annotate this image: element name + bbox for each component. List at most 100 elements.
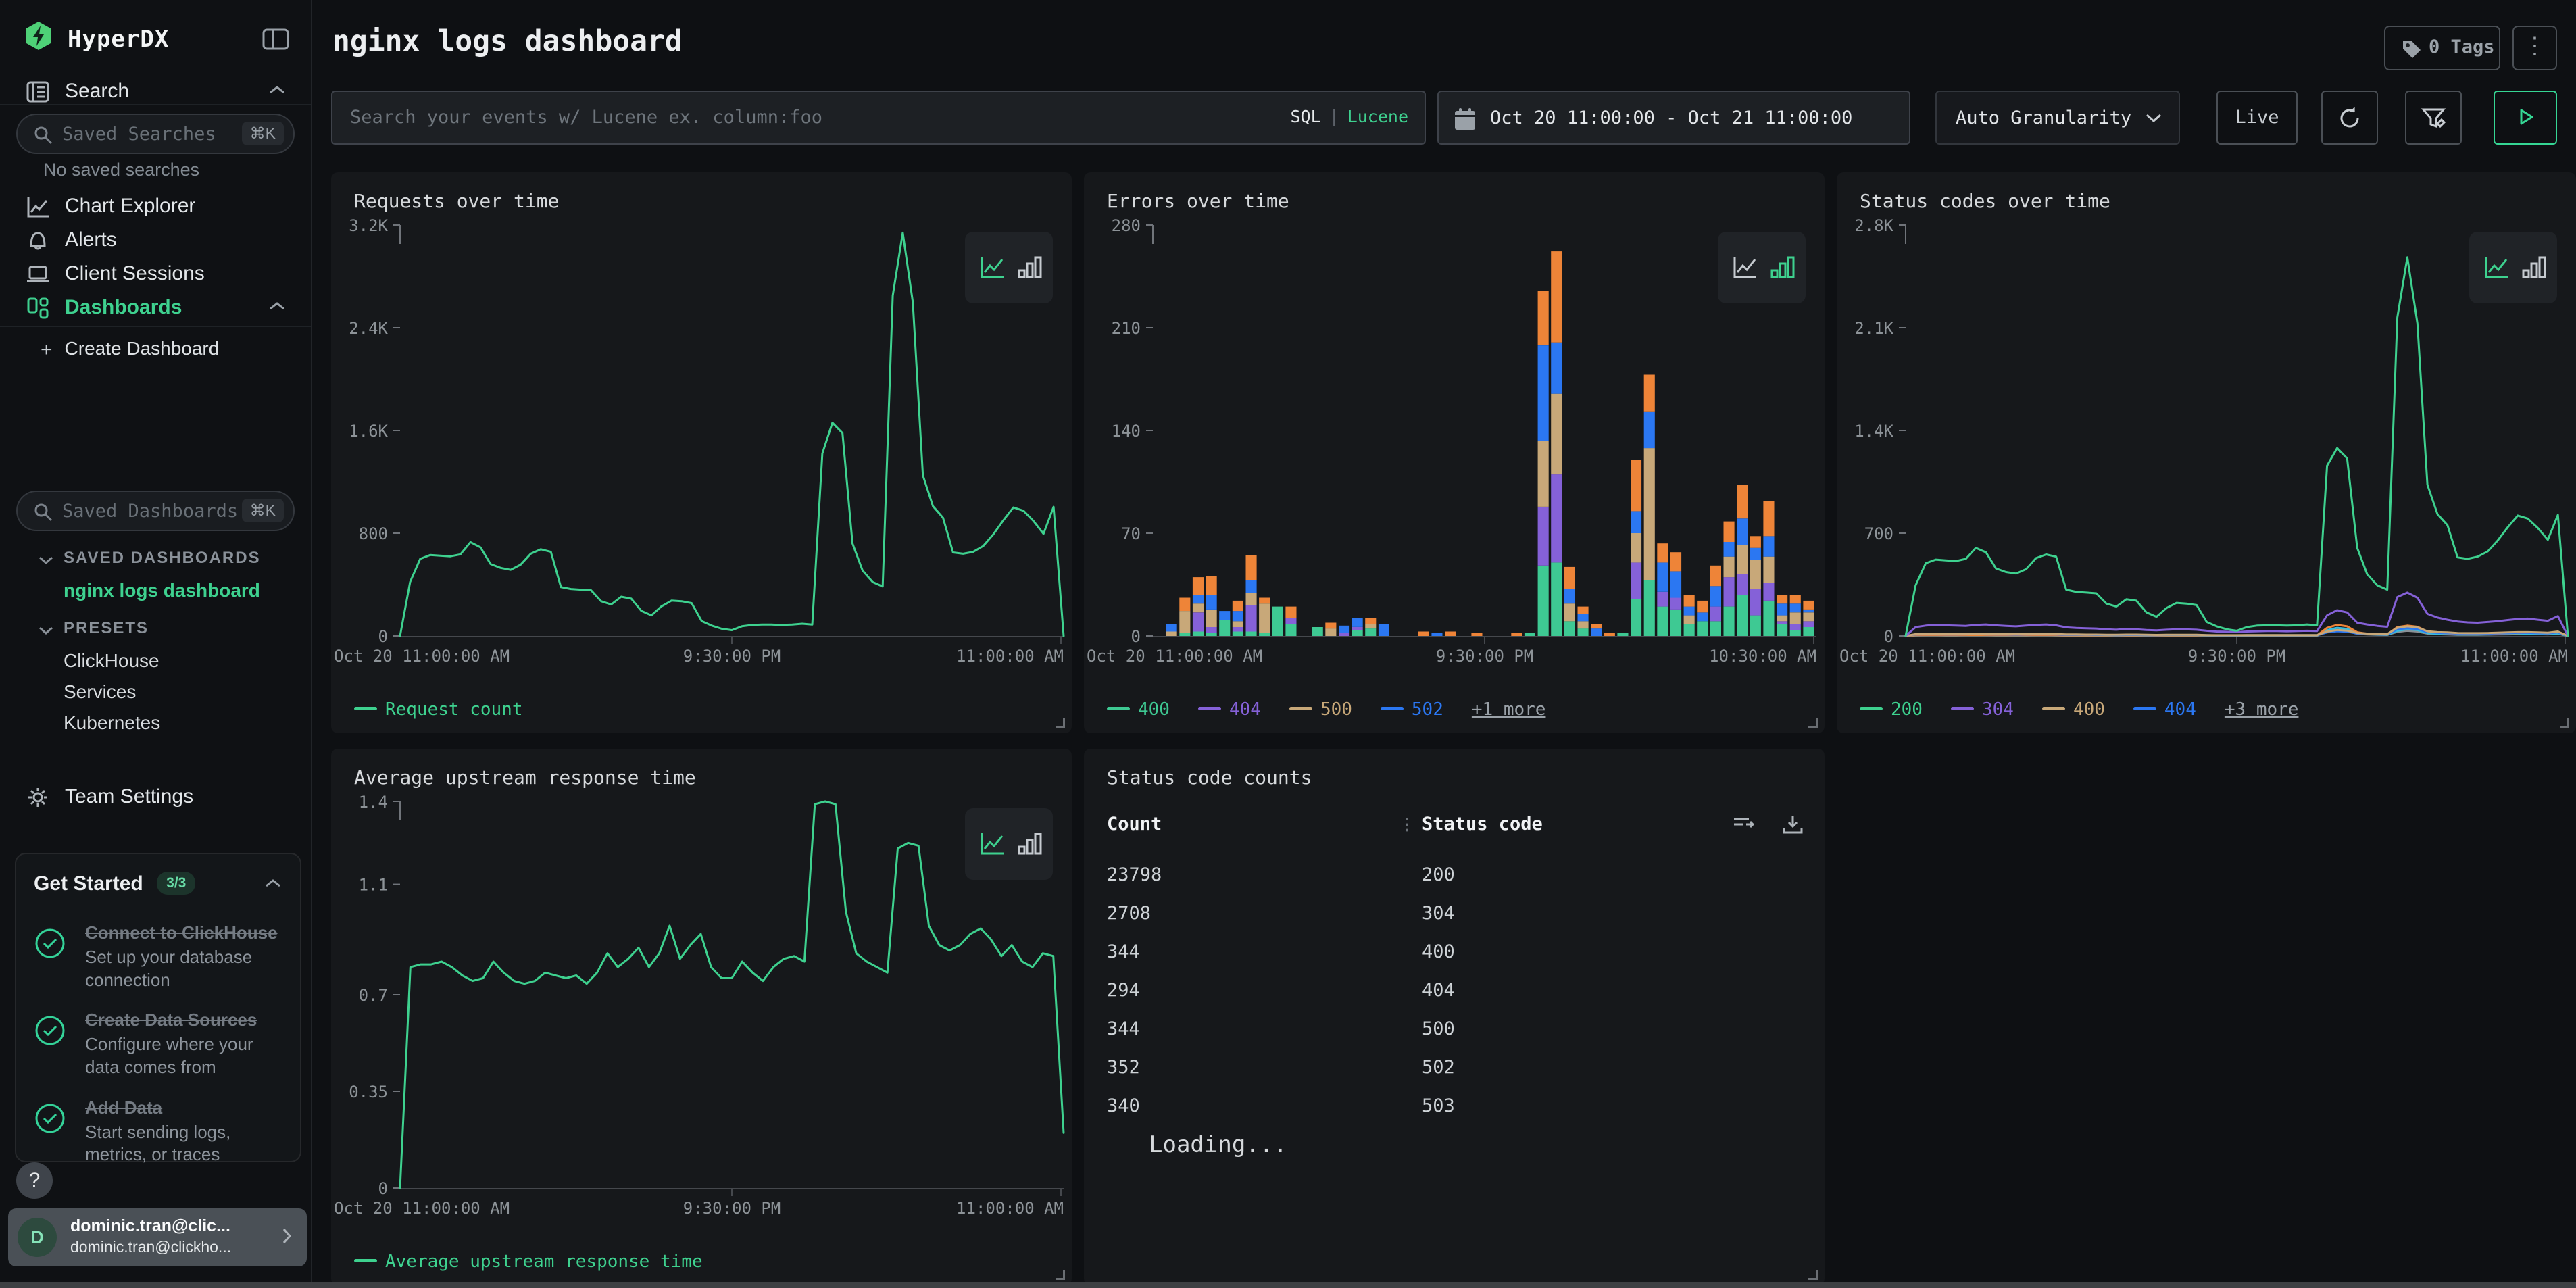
status-codes-chart[interactable]: 07001.4K2.1K2.8KOct 20 11:00:00 AM9:30:0… [1837, 217, 2576, 674]
shortcut-badge: ⌘K [242, 499, 284, 522]
bell-icon [24, 227, 51, 257]
chart-legend: Average upstream response time [354, 1252, 731, 1272]
status-table-body: 2379820027083043444002944043445003525023… [1084, 856, 1825, 1125]
legend-more-link[interactable]: +3 more [2225, 699, 2299, 720]
horizontal-scrollbar[interactable] [0, 1282, 2576, 1288]
get-started-item-sources[interactable]: Create Data Sources Configure where your… [34, 1009, 282, 1079]
page-title: nginx logs dashboard [332, 24, 683, 58]
get-started-header[interactable]: Get Started 3/3 [34, 872, 282, 904]
saved-searches-input[interactable]: Saved Searches ⌘K [16, 114, 295, 154]
check-circle-icon [34, 927, 66, 963]
sidebar-item-label: Client Sessions [65, 262, 205, 285]
svg-text:3.2K: 3.2K [349, 217, 388, 235]
chart-legend: Request count [354, 699, 551, 720]
column-drag-handle[interactable]: ⋮ [1399, 815, 1415, 834]
table-row: 344400 [1084, 933, 1825, 971]
download-icon[interactable] [1781, 819, 1804, 840]
granularity-select[interactable]: Auto Granularity [1935, 91, 2180, 145]
sidebar-preset-services[interactable]: Services [64, 681, 136, 703]
refresh-button[interactable] [2321, 91, 2378, 145]
saved-dashboards-section-header[interactable]: SAVED DASHBOARDS [38, 549, 261, 568]
svg-text:Oct 20 11:00:00 AM: Oct 20 11:00:00 AM [334, 1199, 510, 1218]
run-query-button[interactable] [2494, 91, 2557, 145]
sidebar-item-team-settings[interactable]: Team Settings [0, 778, 311, 816]
event-search-input[interactable]: Search your events w/ Lucene ex. column:… [331, 91, 1426, 145]
avg-response-chart[interactable]: 00.350.71.11.4Oct 20 11:00:00 AM9:30:00 … [331, 793, 1072, 1226]
legend-item[interactable]: Average upstream response time [354, 1252, 703, 1272]
legend-more-link[interactable]: +1 more [1472, 699, 1546, 720]
get-started-item-connect[interactable]: Connect to ClickHouse Set up your databa… [34, 922, 282, 991]
legend-item[interactable]: Request count [354, 699, 523, 720]
live-button[interactable]: Live [2216, 91, 2298, 145]
divider: | [1329, 107, 1339, 126]
panel-resize-handle[interactable] [2560, 718, 2569, 728]
panel-title: Status codes over time [1860, 190, 2110, 212]
chevron-right-icon [280, 1226, 293, 1249]
create-dashboard-button[interactable]: +Create Dashboard [41, 338, 219, 362]
legend-item[interactable]: 304 [1951, 699, 2014, 720]
legend-item[interactable]: 200 [1860, 699, 1923, 720]
check-circle-icon [34, 1014, 66, 1050]
svg-text:800: 800 [359, 524, 388, 543]
event-search-placeholder: Search your events w/ Lucene ex. column:… [350, 107, 822, 128]
panel-resize-handle[interactable] [1808, 1270, 1818, 1280]
get-started-item-add-data[interactable]: Add Data Start sending logs, metrics, or… [34, 1097, 282, 1166]
lucene-mode-toggle[interactable]: Lucene [1347, 107, 1408, 126]
panel-resize-handle[interactable] [1056, 1270, 1065, 1280]
user-menu[interactable]: D dominic.tran@clic... dominic.tran@clic… [8, 1208, 307, 1266]
get-started-title: Get Started [34, 872, 143, 895]
time-range-value: Oct 20 11:00:00 - Oct 21 11:00:00 [1490, 107, 1852, 128]
svg-text:1.1: 1.1 [359, 876, 388, 895]
play-icon [2512, 104, 2538, 130]
legend-item[interactable]: 400 [2042, 699, 2105, 720]
sidebar-preset-kubernetes[interactable]: Kubernetes [64, 712, 160, 734]
legend-item[interactable]: 400 [1107, 699, 1170, 720]
sidebar-item-client-sessions[interactable]: Client Sessions [0, 255, 311, 293]
table-header: Count ⋮ Status code [1084, 814, 1825, 847]
svg-text:Oct 20 11:00:00 AM: Oct 20 11:00:00 AM [334, 647, 510, 666]
saved-dashboards-input[interactable]: Saved Dashboards ⌘K [16, 491, 295, 531]
sidebar-item-dashboards[interactable]: Dashboards [0, 289, 311, 327]
dashboards-icon [24, 295, 51, 325]
svg-text:700: 700 [1864, 524, 1893, 543]
panel-title: Errors over time [1107, 190, 1289, 212]
table-row: 352502 [1084, 1048, 1825, 1087]
create-dashboard-label: Create Dashboard [65, 338, 220, 359]
errors-chart[interactable]: 070140210280Oct 20 11:00:00 AM9:30:00 PM… [1084, 217, 1825, 674]
panel-title: Status code counts [1107, 766, 1312, 789]
panel-resize-handle[interactable] [1808, 718, 1818, 728]
chart-legend: 200 304 400 404 +3 more [1860, 699, 2298, 720]
panel-resize-handle[interactable] [1056, 718, 1065, 728]
table-row: 344500 [1084, 1010, 1825, 1048]
legend-item[interactable]: 502 [1381, 699, 1443, 720]
tags-button[interactable]: 0 Tags [2384, 26, 2500, 70]
sidebar: HyperDX Search Saved Searches ⌘K No save… [0, 0, 312, 1288]
column-header-count[interactable]: Count [1107, 814, 1162, 835]
more-menu-button[interactable]: ⋮ [2512, 26, 2557, 70]
loading-text: Loading... [1149, 1131, 1287, 1158]
chart-legend: 400 404 500 502 +1 more [1107, 699, 1545, 720]
get-started-progress-badge: 3/3 [157, 872, 195, 895]
svg-text:11:00:00 AM: 11:00:00 AM [956, 1199, 1064, 1218]
sidebar-item-chart-explorer[interactable]: Chart Explorer [0, 188, 311, 226]
sidebar-collapse-icon[interactable] [261, 24, 291, 57]
autofit-columns-icon[interactable] [1731, 819, 1756, 840]
sidebar-dashboard-nginx-logs[interactable]: nginx logs dashboard [64, 580, 260, 601]
column-header-status-code[interactable]: Status code [1422, 814, 1543, 835]
panel-status-code-counts: Status code counts Count ⋮ Status code 2… [1084, 749, 1825, 1285]
presets-section-header[interactable]: PRESETS [38, 619, 149, 638]
time-range-picker[interactable]: Oct 20 11:00:00 - Oct 21 11:00:00 [1437, 91, 1910, 145]
chevron-up-icon [264, 877, 282, 893]
legend-item[interactable]: 500 [1289, 699, 1352, 720]
table-row: 2708304 [1084, 894, 1825, 933]
help-button[interactable]: ? [16, 1162, 53, 1199]
legend-item[interactable]: 404 [2133, 699, 2196, 720]
chart-explorer-icon [24, 193, 51, 224]
sidebar-item-alerts[interactable]: Alerts [0, 222, 311, 259]
legend-item[interactable]: 404 [1198, 699, 1261, 720]
filter-button[interactable] [2405, 91, 2462, 145]
sidebar-preset-clickhouse[interactable]: ClickHouse [64, 650, 159, 672]
svg-text:0: 0 [378, 1179, 388, 1198]
sql-mode-toggle[interactable]: SQL [1290, 107, 1320, 126]
requests-chart[interactable]: 08001.6K2.4K3.2KOct 20 11:00:00 AM9:30:0… [331, 217, 1072, 674]
